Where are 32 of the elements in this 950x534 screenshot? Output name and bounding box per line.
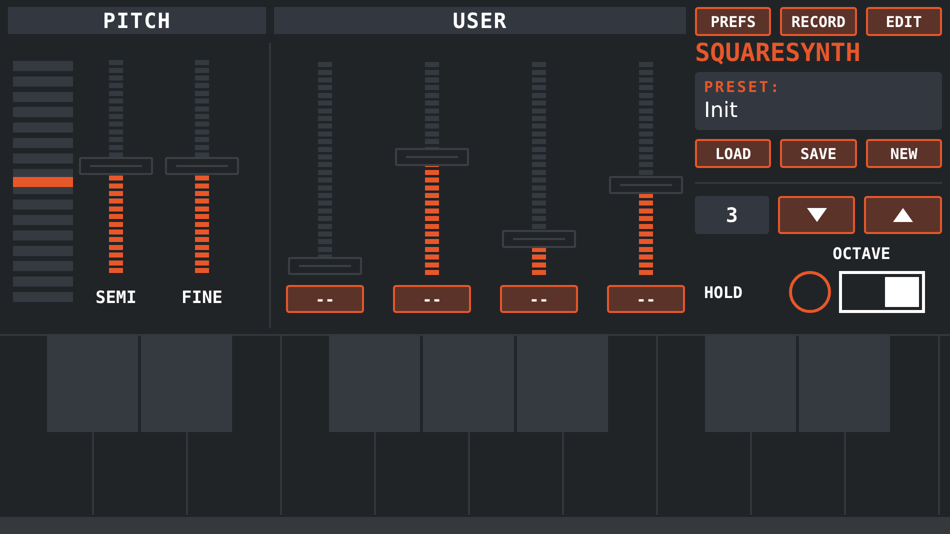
slider-label: FINE	[182, 288, 222, 308]
menu-button[interactable]: EDIT	[866, 7, 942, 36]
slider-thumb[interactable]	[502, 230, 576, 248]
octave-down-button[interactable]	[778, 196, 856, 234]
menu-button[interactable]: PREFS	[695, 7, 772, 36]
section-header: USER	[274, 7, 686, 34]
assign-button[interactable]: --	[393, 285, 471, 313]
section-header: PITCH	[8, 7, 266, 34]
slider-thumb[interactable]	[609, 176, 683, 194]
hold-label: HOLD	[703, 282, 744, 302]
assign-button[interactable]: --	[607, 285, 685, 313]
menu-button[interactable]: RECORD	[780, 7, 857, 36]
assign-button[interactable]: --	[286, 285, 364, 313]
octave-label: OCTAVE	[832, 244, 890, 263]
assign-button[interactable]: --	[500, 285, 578, 313]
preset-label: PRESET:	[704, 78, 782, 96]
preset-name: Init	[704, 98, 739, 122]
down-triangle-icon	[806, 208, 826, 222]
slider-thumb[interactable]	[165, 157, 239, 175]
piano-keyboard-drawing[interactable]	[0, 334, 950, 517]
slider-thumb[interactable]	[395, 148, 469, 166]
preset-button[interactable]: SAVE	[780, 139, 857, 168]
app-title: SQUARESYNTH	[695, 38, 862, 68]
slider-label: SEMI	[96, 288, 136, 308]
preset-button[interactable]: NEW	[866, 139, 942, 168]
up-triangle-icon	[893, 208, 914, 222]
octave-up-button[interactable]	[864, 196, 942, 234]
slider-thumb[interactable]	[79, 157, 153, 175]
preset-button[interactable]: LOAD	[695, 139, 772, 168]
hold-toggle[interactable]	[839, 271, 925, 313]
octave-value: 3	[695, 196, 769, 234]
slider-thumb[interactable]	[288, 257, 362, 275]
